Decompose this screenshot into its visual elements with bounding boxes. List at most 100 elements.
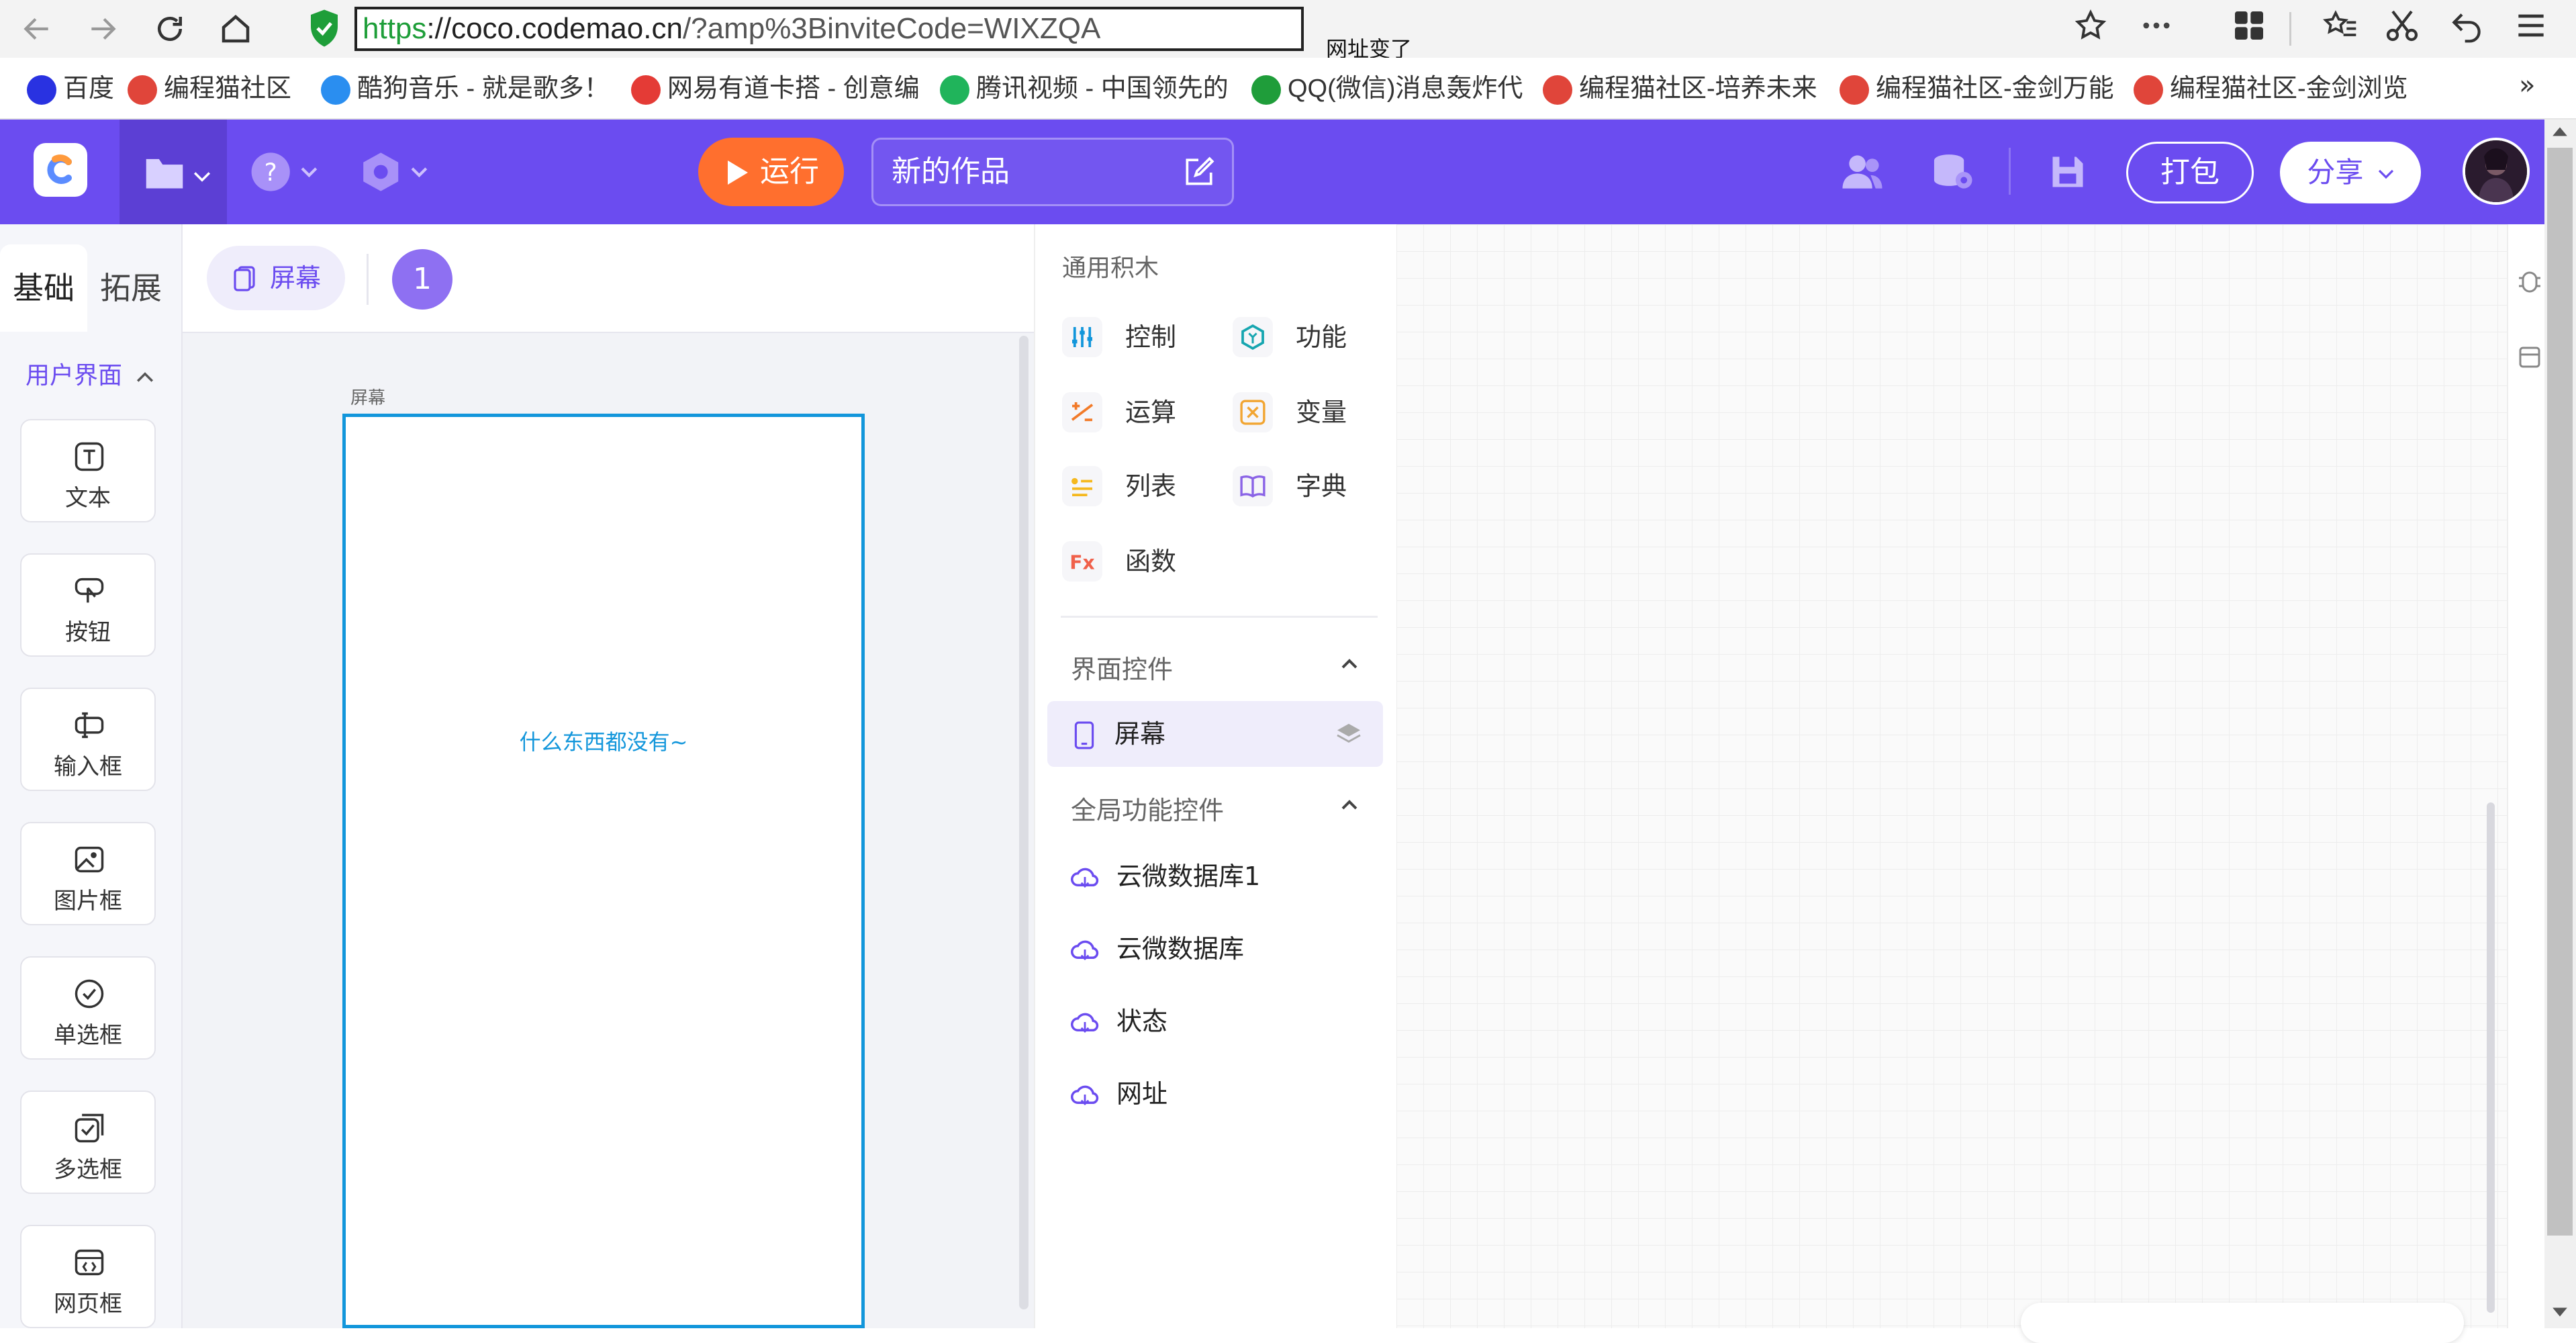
pack-button[interactable]: 打包	[2126, 142, 2254, 203]
url-host: ://coco.codemao.cn	[426, 12, 683, 45]
section-user-interface[interactable]: 用户界面	[26, 356, 154, 391]
back-icon[interactable]	[20, 12, 54, 46]
avatar[interactable]	[2463, 138, 2530, 205]
secure-shield-icon[interactable]	[307, 8, 341, 48]
home-icon[interactable]	[218, 11, 254, 47]
cloud-icon	[1071, 1085, 1099, 1105]
share-button[interactable]: 分享	[2280, 142, 2421, 203]
zoom-controls[interactable]	[2021, 1303, 2464, 1343]
n-icon	[1251, 75, 1281, 105]
block-category-label: 变量	[1296, 398, 1347, 427]
svg-text:?: ?	[265, 158, 277, 187]
bookmark-label: 编程猫社区-金剑万能	[1876, 75, 2114, 103]
bookmark-item[interactable]: 编程猫社区-金剑万能	[1840, 71, 2114, 106]
bookmark-label: 编程猫社区-培养未来	[1579, 75, 1817, 103]
bookmark-item[interactable]: 编程猫社区-培养未来	[1543, 71, 1817, 106]
control-icon	[1062, 317, 1102, 357]
chevron-up-icon[interactable]	[1339, 654, 1359, 674]
forward-icon[interactable]	[86, 12, 120, 46]
global-controls-header[interactable]: 全局功能控件	[1071, 790, 1224, 827]
scroll-down-icon[interactable]	[2551, 1305, 2569, 1319]
block-workspace[interactable]	[1396, 224, 2507, 1328]
bookmark-item[interactable]: 编程猫社区-金剑浏览	[2134, 71, 2408, 106]
widget-card[interactable]: 多选框	[20, 1091, 156, 1194]
baidu-icon	[27, 75, 56, 105]
bookmark-item[interactable]: 网易有道卡搭 - 创意编	[631, 71, 920, 106]
codemao-logo-icon[interactable]	[34, 143, 87, 197]
bookmark-label: QQ(微信)消息轰炸代	[1288, 75, 1523, 103]
more-icon[interactable]	[2139, 8, 2174, 43]
global-control-label: 云微数据库	[1116, 934, 1245, 964]
phone-screen-preview[interactable]	[342, 414, 865, 1328]
bookmark-item[interactable]: 酷狗音乐 - 就是歌多！	[321, 71, 610, 106]
text-icon	[75, 442, 104, 471]
bookmark-item[interactable]: 腾讯视频 - 中国领先的	[940, 71, 1229, 106]
url-text[interactable]: https://coco.codemao.cn/?amp%3BinviteCod…	[363, 5, 1100, 52]
global-control-label: 云微数据库1	[1116, 862, 1261, 891]
operator-icon	[1062, 392, 1102, 432]
widget-card[interactable]: 单选框	[20, 956, 156, 1060]
bookmark-item[interactable]: QQ(微信)消息轰炸代	[1251, 71, 1523, 106]
general-blocks-title: 通用积木	[1062, 254, 1159, 282]
widget-label: 网页框	[54, 1291, 122, 1317]
ui-control-screen[interactable]: 屏幕	[1047, 701, 1383, 767]
bookmark-item[interactable]: 编程猫社区	[128, 71, 291, 106]
page-scrollbar-thumb[interactable]	[2547, 148, 2573, 1236]
header-divider	[2009, 148, 2011, 195]
widget-card[interactable]: 文本	[20, 419, 156, 522]
widget-card[interactable]: 按钮	[20, 553, 156, 657]
cloud-icon	[1071, 868, 1099, 888]
codemao-icon	[1543, 75, 1572, 105]
block-category-label: 运算	[1125, 398, 1177, 427]
menu-icon[interactable]	[2512, 7, 2550, 44]
scroll-up-icon[interactable]	[2551, 125, 2569, 138]
save-icon[interactable]	[2048, 152, 2088, 192]
input-icon	[75, 712, 104, 739]
bookmark-item[interactable]: 百度	[27, 71, 114, 106]
widget-card[interactable]: 网页框	[20, 1225, 156, 1328]
edit-icon[interactable]	[1182, 156, 1215, 189]
canvas-scrollbar[interactable]	[1019, 336, 1029, 1309]
screen-bar-divider	[367, 254, 369, 305]
codemao-icon	[1840, 75, 1869, 105]
layers-icon	[1337, 723, 1361, 743]
scissors-icon[interactable]	[2383, 7, 2421, 44]
help-icon[interactable]: ?	[250, 150, 320, 193]
screen-thumbnail-1[interactable]: 1	[392, 249, 452, 310]
widget-card[interactable]: 输入框	[20, 688, 156, 791]
file-menu[interactable]	[120, 120, 227, 224]
settings-icon[interactable]	[360, 150, 430, 193]
right-rail	[2507, 224, 2548, 1328]
image-icon	[75, 846, 104, 873]
reload-icon[interactable]	[152, 11, 188, 47]
run-button[interactable]: 运行	[698, 138, 844, 206]
block-category-label: 列表	[1125, 471, 1177, 501]
run-label: 运行	[760, 154, 819, 189]
codemao-icon	[2134, 75, 2163, 105]
collaborators-icon[interactable]	[1841, 152, 1884, 192]
project-title[interactable]: 新的作品	[892, 138, 1010, 206]
checkbox-icon	[75, 1113, 104, 1143]
tencent-video-icon	[940, 75, 969, 105]
tab-extension[interactable]: 拓展	[87, 244, 175, 332]
widget-card[interactable]: 图片框	[20, 822, 156, 925]
undo-icon[interactable]	[2448, 7, 2485, 44]
star-icon[interactable]	[2073, 8, 2108, 43]
bookmark-label: 酷狗音乐 - 就是歌多！	[357, 75, 610, 103]
kugou-icon	[321, 75, 350, 105]
block-category-label: 功能	[1296, 322, 1347, 352]
screen-caption: 屏幕	[350, 388, 386, 408]
radio-icon	[75, 979, 104, 1009]
cloud-icon	[1071, 1013, 1099, 1033]
ui-controls-header[interactable]: 界面控件	[1071, 649, 1173, 686]
cloud-database-icon[interactable]	[1931, 152, 1974, 192]
widget-label: 多选框	[54, 1156, 122, 1183]
apps-grid-icon[interactable]	[2230, 7, 2268, 44]
favorites-icon[interactable]	[2322, 7, 2359, 44]
screen-tab-label[interactable]: 屏幕	[270, 246, 321, 310]
bookmarks-overflow-icon[interactable]: »	[2519, 70, 2535, 101]
chevron-up-icon[interactable]	[1339, 795, 1359, 815]
workspace-scrollbar[interactable]	[2487, 802, 2495, 1313]
bookmark-label: 百度	[63, 75, 115, 103]
tab-basic[interactable]: 基础	[0, 244, 87, 332]
